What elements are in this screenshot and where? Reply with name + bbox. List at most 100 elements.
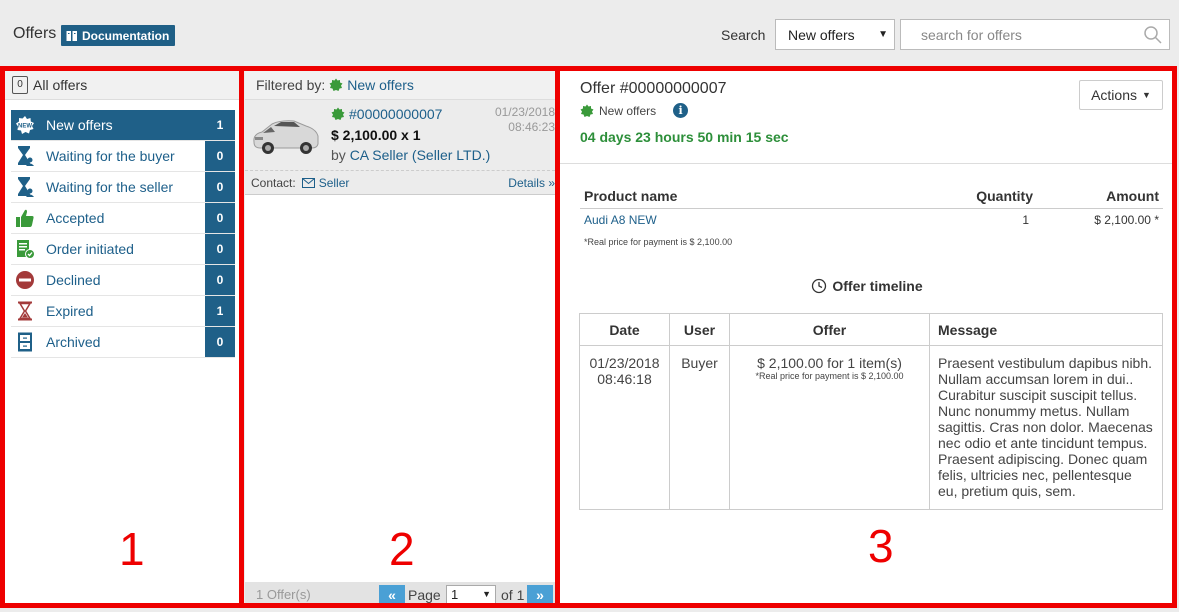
new-badge-icon: NEW bbox=[14, 114, 36, 136]
count-badge: 0 bbox=[205, 203, 235, 233]
col-date: Date bbox=[579, 313, 670, 346]
all-offers-link[interactable]: 0 All offers bbox=[5, 70, 241, 100]
all-offers-count-icon: 0 bbox=[12, 75, 28, 94]
search-label: Search bbox=[721, 27, 766, 43]
col-message: Message bbox=[929, 313, 1163, 346]
sidebar-item-archived[interactable]: Archived 0 bbox=[11, 327, 235, 358]
thumbs-up-icon bbox=[14, 207, 36, 229]
caret-down-icon: ▼ bbox=[1142, 90, 1151, 100]
sidebar-item-accepted[interactable]: Accepted 0 bbox=[11, 203, 235, 234]
envelope-icon bbox=[301, 178, 315, 188]
search-input[interactable]: search for offers bbox=[900, 19, 1170, 50]
seller-link[interactable]: CA Seller (Seller LTD.) bbox=[350, 147, 491, 163]
contact-seller-link[interactable]: Seller bbox=[301, 176, 350, 190]
timeline-title: Offer timeline bbox=[832, 278, 923, 294]
timeline-user: Buyer bbox=[669, 345, 730, 510]
product-name-link[interactable]: Audi A8 NEW bbox=[580, 208, 913, 232]
new-badge-icon bbox=[329, 78, 343, 91]
sidebar-item-label: New offers bbox=[46, 117, 113, 133]
details-label: Details bbox=[508, 176, 545, 190]
count-badge: 1 bbox=[205, 296, 235, 326]
contact-seller-label: Seller bbox=[318, 176, 350, 190]
caret-down-icon: ▼ bbox=[482, 589, 491, 599]
search-scope-value: New offers bbox=[788, 27, 855, 43]
next-page-button[interactable]: » bbox=[527, 585, 553, 604]
count-badge: 0 bbox=[205, 172, 235, 202]
svg-text:NEW: NEW bbox=[18, 124, 32, 130]
col-product-name: Product name bbox=[580, 184, 913, 209]
annotation-label-2: 2 bbox=[389, 523, 415, 575]
new-badge-icon bbox=[580, 104, 594, 117]
timeline-offer-note: *Real price for payment is $ 2,100.00 bbox=[755, 371, 904, 381]
divider bbox=[560, 163, 1174, 164]
timeline-offer: $ 2,100.00 for 1 item(s) bbox=[757, 355, 902, 371]
timeline-date-cell: 01/23/2018 08:46:18 bbox=[579, 345, 670, 510]
count-badge: 0 bbox=[205, 327, 235, 357]
offer-title: Offer #00000000007 bbox=[580, 80, 727, 97]
annotation-label-3: 3 bbox=[868, 520, 894, 572]
page-select[interactable]: 1 ▼ bbox=[446, 585, 496, 604]
pagination-bar: 1 Offer(s) « Page 1 ▼ of 1 » bbox=[245, 582, 555, 606]
offer-card[interactable]: #00000000007 $ 2,100.00 x 1 by CA Seller… bbox=[245, 100, 555, 195]
no-entry-icon bbox=[14, 269, 36, 291]
offer-status: New offers i bbox=[580, 103, 689, 118]
offer-number-link[interactable]: #00000000007 bbox=[331, 106, 442, 122]
sidebar-item-label: Expired bbox=[46, 303, 94, 319]
offer-time: 08:46:23 bbox=[508, 120, 555, 134]
cabinet-icon bbox=[14, 331, 36, 353]
new-badge-icon bbox=[331, 107, 345, 120]
documentation-label: Documentation bbox=[82, 28, 170, 43]
hourglass-person-icon bbox=[14, 145, 36, 167]
offer-price: $ 2,100.00 x 1 bbox=[331, 127, 421, 143]
offer-count: 1 Offer(s) bbox=[256, 586, 311, 602]
timeline-time: 08:46:18 bbox=[597, 371, 652, 387]
top-bar: Offers Documentation Search New offers ▼… bbox=[0, 0, 1179, 68]
status-list: NEW New offers 1 Waiting for the buyer 0… bbox=[5, 100, 241, 358]
sidebar-item-new-offers[interactable]: NEW New offers 1 bbox=[11, 110, 235, 141]
offer-status-label: New offers bbox=[599, 103, 657, 118]
sidebar-item-waiting-seller[interactable]: Waiting for the seller 0 bbox=[11, 172, 235, 203]
search-placeholder: search for offers bbox=[921, 27, 1022, 43]
documentation-button[interactable]: Documentation bbox=[61, 25, 176, 46]
timeline-table: Date User Offer Message 01/23/2018 08:46… bbox=[579, 313, 1163, 510]
filter-bar: Filtered by: New offers bbox=[245, 70, 555, 100]
details-link[interactable]: Details » bbox=[508, 176, 555, 190]
page-title: Offers bbox=[13, 25, 57, 42]
sidebar-item-label: Accepted bbox=[46, 210, 105, 226]
count-badge: 1 bbox=[205, 110, 235, 140]
sidebar-item-expired[interactable]: Expired 1 bbox=[11, 296, 235, 327]
sidebar-item-declined[interactable]: Declined 0 bbox=[11, 265, 235, 296]
caret-down-icon: ▼ bbox=[878, 29, 888, 40]
offer-number: #00000000007 bbox=[349, 106, 443, 122]
all-offers-label: All offers bbox=[33, 76, 88, 93]
sidebar-item-label: Waiting for the buyer bbox=[46, 148, 175, 164]
table-row: Audi A8 NEW 1 $ 2,100.00 * bbox=[580, 208, 1163, 232]
order-doc-icon bbox=[14, 238, 36, 260]
hourglass-person-icon bbox=[14, 176, 36, 198]
actions-button[interactable]: Actions ▼ bbox=[1079, 80, 1163, 110]
book-icon bbox=[66, 30, 77, 41]
filter-value-link[interactable]: New offers bbox=[347, 77, 414, 93]
search-icon[interactable] bbox=[1143, 25, 1163, 45]
offer-card-footer: Contact: Seller Details » bbox=[245, 170, 555, 195]
count-badge: 0 bbox=[205, 141, 235, 171]
offer-seller-line: by CA Seller (Seller LTD.) bbox=[331, 147, 490, 163]
product-table: Product name Quantity Amount Audi A8 NEW… bbox=[580, 184, 1163, 232]
table-row: 01/23/2018 08:46:18 Buyer $ 2,100.00 for… bbox=[579, 345, 1163, 510]
offer-date: 01/23/2018 bbox=[494, 105, 555, 119]
prev-page-button[interactable]: « bbox=[379, 585, 405, 604]
sidebar-item-waiting-buyer[interactable]: Waiting for the buyer 0 bbox=[11, 141, 235, 172]
timeline-message: Praesent vestibulum dapibus nibh. Nullam… bbox=[929, 345, 1163, 510]
col-amount: Amount bbox=[1033, 184, 1163, 209]
col-quantity: Quantity bbox=[913, 184, 1033, 209]
offer-datetime: 01/23/2018 08:46:23 bbox=[495, 105, 555, 135]
sidebar-item-order-initiated[interactable]: Order initiated 0 bbox=[11, 234, 235, 265]
hourglass-icon bbox=[14, 300, 36, 322]
annotation-label-1: 1 bbox=[119, 523, 145, 575]
offer-detail-panel: Offer #00000000007 New offers i 04 days … bbox=[560, 70, 1174, 606]
clock-icon bbox=[812, 278, 827, 294]
search-scope-select[interactable]: New offers ▼ bbox=[775, 19, 895, 50]
car-thumbnail bbox=[250, 104, 322, 162]
contact-label: Contact: bbox=[251, 176, 296, 190]
info-icon[interactable]: i bbox=[673, 103, 689, 118]
